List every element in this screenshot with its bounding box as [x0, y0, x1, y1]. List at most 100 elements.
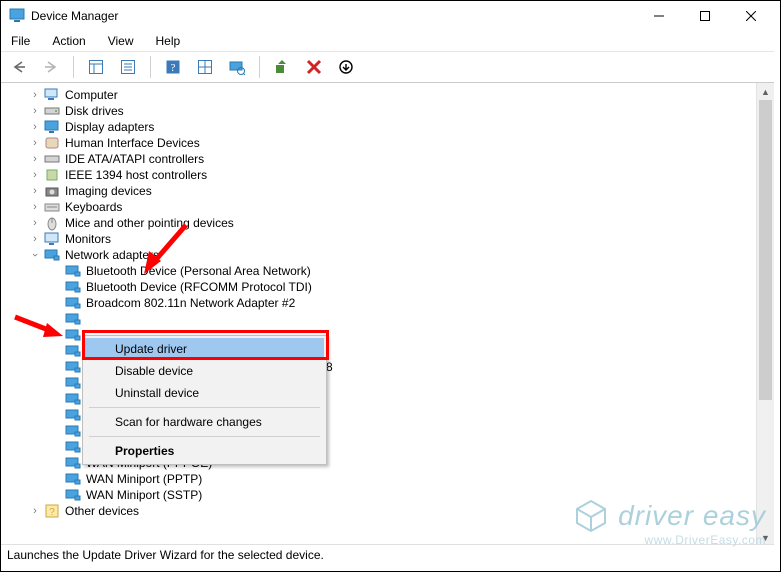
monitor-icon — [44, 231, 60, 247]
network-icon — [65, 423, 81, 439]
menu-item-label: Scan for hardware changes — [115, 415, 262, 429]
network-icon — [65, 391, 81, 407]
menu-item-scan[interactable]: Scan for hardware changes — [85, 411, 324, 433]
toolbar-separator — [150, 56, 151, 78]
menu-item-uninstall[interactable]: Uninstall device — [85, 382, 324, 404]
window-title: Device Manager — [31, 9, 636, 23]
network-icon — [65, 295, 81, 311]
display-icon — [44, 119, 60, 135]
tree-item-ide[interactable]: ›IDE ATA/ATAPI controllers — [11, 151, 754, 167]
hid-icon — [44, 135, 60, 151]
firewire-icon — [44, 167, 60, 183]
network-icon — [44, 247, 60, 263]
tree-label: Bluetooth Device (RFCOMM Protocol TDI) — [86, 279, 312, 295]
tree-item-imaging[interactable]: ›Imaging devices — [11, 183, 754, 199]
tree-label: Network adapters — [65, 247, 159, 263]
menu-file[interactable]: File — [7, 32, 34, 50]
tree-item-net-child[interactable]: Bluetooth Device (RFCOMM Protocol TDI) — [11, 279, 754, 295]
network-icon — [65, 471, 81, 487]
show-hidden-button[interactable] — [193, 55, 217, 79]
app-icon — [9, 8, 25, 24]
tree-label: Mice and other pointing devices — [65, 215, 234, 231]
view-detail-button[interactable] — [84, 55, 108, 79]
menu-separator — [89, 407, 320, 408]
tree-item-net-child[interactable]: WAN Miniport (SSTP) — [11, 487, 754, 503]
network-icon — [65, 359, 81, 375]
uninstall-button[interactable] — [302, 55, 326, 79]
scroll-thumb[interactable] — [759, 100, 772, 400]
menu-view[interactable]: View — [104, 32, 138, 50]
tree-label: Disk drives — [65, 103, 124, 119]
menu-item-label: Properties — [115, 444, 174, 458]
svg-text:?: ? — [171, 62, 176, 74]
tree-label: Keyboards — [65, 199, 122, 215]
svg-text:?: ? — [49, 507, 55, 518]
context-menu: Update driver Disable device Uninstall d… — [82, 335, 327, 465]
tree-item-net-child[interactable]: Broadcom 802.11n Network Adapter #2 — [11, 295, 754, 311]
tree-label: IDE ATA/ATAPI controllers — [65, 151, 204, 167]
tree-item-monitors[interactable]: ›Monitors — [11, 231, 754, 247]
menu-item-label: Update driver — [115, 342, 187, 356]
network-icon — [65, 343, 81, 359]
tree-item-ieee1394[interactable]: ›IEEE 1394 host controllers — [11, 167, 754, 183]
update-driver-button[interactable] — [270, 55, 294, 79]
drive-icon — [44, 103, 60, 119]
maximize-button[interactable] — [682, 1, 728, 31]
other-icon: ? — [44, 503, 60, 519]
tree-item-net-child[interactable]: WAN Miniport (PPTP) — [11, 471, 754, 487]
window-controls — [636, 1, 774, 31]
statusbar: Launches the Update Driver Wizard for th… — [1, 544, 774, 565]
tree-item-other[interactable]: ›?Other devices — [11, 503, 754, 519]
tree-label: Display adapters — [65, 119, 154, 135]
toolbar-separator — [259, 56, 260, 78]
tree-item-computer[interactable]: ›Computer — [11, 87, 754, 103]
tree-label: Computer — [65, 87, 118, 103]
tree-item-keyboards[interactable]: ›Keyboards — [11, 199, 754, 215]
close-button[interactable] — [728, 1, 774, 31]
tree-item-mice[interactable]: ›Mice and other pointing devices — [11, 215, 754, 231]
scan-button[interactable] — [225, 55, 249, 79]
scrollbar[interactable]: ▲ ▼ — [756, 83, 774, 546]
mouse-icon — [44, 215, 60, 231]
tree-label: Bluetooth Device (Personal Area Network) — [86, 263, 311, 279]
tree-label: WAN Miniport (SSTP) — [86, 487, 202, 503]
tree-label: WAN Miniport (PPTP) — [86, 471, 202, 487]
tree-item-display[interactable]: ›Display adapters — [11, 119, 754, 135]
menu-action[interactable]: Action — [48, 32, 89, 50]
network-icon — [65, 263, 81, 279]
tree-label: IEEE 1394 host controllers — [65, 167, 207, 183]
tree-label: Human Interface Devices — [65, 135, 200, 151]
back-button[interactable] — [7, 55, 31, 79]
tree-item-disk-drives[interactable]: ›Disk drives — [11, 103, 754, 119]
properties-button[interactable] — [116, 55, 140, 79]
client-area: ›Computer ›Disk drives ›Display adapters… — [1, 83, 774, 546]
menu-item-properties[interactable]: Properties — [85, 440, 324, 462]
menu-help[interactable]: Help — [152, 32, 185, 50]
disable-button[interactable] — [334, 55, 358, 79]
toolbar-separator — [73, 56, 74, 78]
menu-separator — [89, 436, 320, 437]
network-icon — [65, 375, 81, 391]
tree-label: Other devices — [65, 503, 139, 519]
tree-item-net-child[interactable]: Bluetooth Device (Personal Area Network) — [11, 263, 754, 279]
ide-icon — [44, 151, 60, 167]
status-text: Launches the Update Driver Wizard for th… — [7, 548, 324, 562]
window: Device Manager File Action View Help ? ›… — [1, 1, 774, 565]
network-icon — [65, 487, 81, 503]
help-button[interactable]: ? — [161, 55, 185, 79]
menu-item-disable[interactable]: Disable device — [85, 360, 324, 382]
toolbar: ? — [1, 52, 774, 83]
camera-icon — [44, 183, 60, 199]
device-tree[interactable]: ›Computer ›Disk drives ›Display adapters… — [11, 87, 754, 546]
tree-item-net-child[interactable] — [11, 311, 754, 327]
tree-item-hid[interactable]: ›Human Interface Devices — [11, 135, 754, 151]
scroll-up-button[interactable]: ▲ — [757, 83, 774, 100]
forward-button[interactable] — [39, 55, 63, 79]
network-icon — [65, 407, 81, 423]
menu-item-update-driver[interactable]: Update driver — [85, 338, 324, 360]
screenshot: Device Manager File Action View Help ? ›… — [0, 0, 781, 572]
minimize-button[interactable] — [636, 1, 682, 31]
tree-item-network[interactable]: ›Network adapters — [11, 247, 754, 263]
menubar: File Action View Help — [1, 31, 774, 52]
tree-label: Monitors — [65, 231, 111, 247]
